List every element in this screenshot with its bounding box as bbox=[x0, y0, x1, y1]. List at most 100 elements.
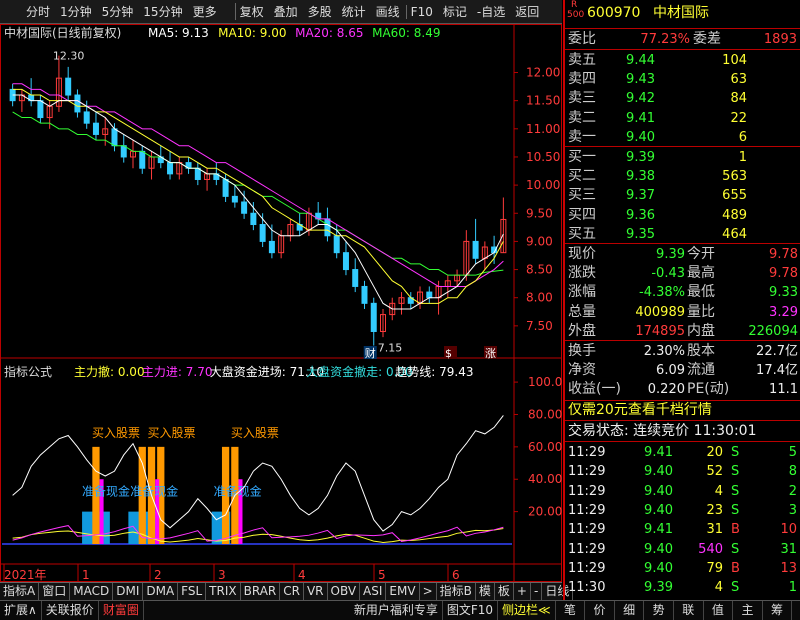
tick-row: 11:30 9.39 4 S 1 bbox=[565, 578, 800, 597]
price-tick-label: 8.00 bbox=[526, 291, 553, 305]
status-right-5[interactable]: 值 bbox=[704, 601, 734, 620]
indicator-tab-1[interactable]: 窗口 bbox=[39, 583, 71, 600]
candle-body bbox=[111, 128, 118, 147]
toolbar-btn-6[interactable]: 叠加 bbox=[270, 3, 302, 20]
status-right-6[interactable]: 主 bbox=[733, 601, 763, 620]
stat2-value: 17.4亿 bbox=[756, 363, 798, 379]
indicator-tab-14[interactable]: 指标B bbox=[437, 583, 476, 600]
indicator-value-4: 趋势线: 79.43 bbox=[395, 365, 473, 379]
status-right-0[interactable]: 笔 bbox=[556, 601, 586, 620]
toolbar-btn-2[interactable]: 5分钟 bbox=[98, 3, 138, 20]
bid-label: 买一 bbox=[568, 149, 596, 165]
tick-side: S bbox=[731, 541, 740, 557]
status-right-3[interactable]: 势 bbox=[644, 601, 674, 620]
indicator-tab-7[interactable]: BRAR bbox=[241, 583, 281, 600]
status-right-4[interactable]: 联 bbox=[674, 601, 704, 620]
indicator-tab-3[interactable]: DMI bbox=[113, 583, 144, 600]
status-left-1[interactable]: 关联报价 bbox=[42, 601, 99, 620]
toolbar-btn-5[interactable]: 复权 bbox=[234, 3, 268, 20]
bid-volume: 1 bbox=[738, 150, 747, 165]
tick-volume: 52 bbox=[706, 464, 723, 480]
ask-volume: 84 bbox=[730, 91, 747, 107]
ask-row: 卖四 9.43 63 bbox=[565, 70, 800, 89]
status-left-0[interactable]: 扩展∧ bbox=[0, 601, 42, 620]
stat-row: 涨幅 -4.38% 最低 9.33 bbox=[565, 283, 800, 302]
toolbar-btn-0[interactable]: 分时 bbox=[22, 3, 54, 20]
toolbar-btn-7[interactable]: 多股 bbox=[304, 3, 336, 20]
indicator-tab-0[interactable]: 指标A bbox=[0, 583, 40, 600]
toolbar-btn-9[interactable]: 画线 bbox=[372, 3, 404, 20]
status-middle-0[interactable]: 新用户福利专享 bbox=[350, 601, 443, 620]
tick-side: S bbox=[731, 502, 740, 518]
indicator-annotation-0: 买入股票 bbox=[92, 426, 140, 440]
indicator-tab-5[interactable]: FSL bbox=[178, 583, 207, 600]
stat-label: 总量 bbox=[568, 303, 596, 320]
kline-chart[interactable]: 中材国际(日线前复权) MA5: 9.13 MA10: 9.00 MA20: 8.65… bbox=[0, 24, 562, 582]
status-right-2[interactable]: 细 bbox=[615, 601, 645, 620]
toolbar-btn-8[interactable]: 统计 bbox=[338, 3, 370, 20]
stat2-row: 收益(一) 0.220 PE(动) 11.1 bbox=[565, 380, 800, 399]
stat2-label: PE(动) bbox=[687, 381, 730, 398]
tick-row: 11:29 9.40 52 S 8 bbox=[565, 462, 800, 481]
indicator-tab-10[interactable]: OBV bbox=[328, 583, 361, 600]
indicator-tick-label: 60.00 bbox=[528, 440, 562, 454]
period-toolbar: 分时 1分钟 5分钟 15分钟 更多 复权 叠加 多股 统计 画线 F10 标记 -自选 返回 bbox=[0, 0, 562, 24]
stat2-value: 0.220 bbox=[647, 382, 685, 398]
xaxis-label-6: 6 bbox=[452, 568, 460, 582]
toolbar-btn-13[interactable]: 返回 bbox=[511, 3, 543, 20]
indicator-tab-8[interactable]: CR bbox=[280, 583, 304, 600]
stat-row: 外盘 174895 内盘 226094 bbox=[565, 322, 800, 341]
bid-price: 9.37 bbox=[626, 188, 655, 204]
indicator-tab-11[interactable]: ASI bbox=[360, 583, 387, 600]
tick-side: S bbox=[731, 580, 740, 596]
ask-label: 卖一 bbox=[568, 128, 596, 145]
status-right-1[interactable]: 价 bbox=[585, 601, 615, 620]
indicator-tab-16[interactable]: 板 bbox=[495, 583, 514, 600]
toolbar-btn-1[interactable]: 1分钟 bbox=[56, 3, 96, 20]
tick-row: 11:29 9.40 23 S 3 bbox=[565, 501, 800, 520]
rank-badge-top: R bbox=[571, 0, 578, 10]
trade-status: 交易状态: 连续竞价 11:30:01 bbox=[568, 423, 757, 439]
toolbar-btn-3[interactable]: 15分钟 bbox=[139, 3, 186, 20]
status-middle-1[interactable]: 图文F10 bbox=[443, 601, 499, 620]
indicator-tab-4[interactable]: DMA bbox=[143, 583, 179, 600]
status-right-7[interactable]: 筹 bbox=[763, 601, 793, 620]
stat-row: 总量 400989 量比 3.29 bbox=[565, 303, 800, 322]
tick-price: 9.40 bbox=[644, 502, 673, 518]
status-left-2[interactable]: 财富圈 bbox=[99, 601, 144, 620]
indicator-tab-15[interactable]: 模 bbox=[476, 583, 495, 600]
promo-row[interactable]: 仅需20元查看千档行情 bbox=[565, 401, 800, 420]
bid-price: 9.39 bbox=[626, 150, 655, 165]
tick-row: 11:29 9.40 4 S 2 bbox=[565, 482, 800, 501]
indicator-tab-13[interactable]: > bbox=[420, 583, 437, 600]
status-middle-2[interactable]: 侧边栏≪ bbox=[498, 601, 556, 620]
stat-label: 现价 bbox=[568, 246, 596, 262]
tick-count: 13 bbox=[780, 560, 797, 576]
stock-name: 中材国际 bbox=[653, 5, 709, 21]
event-marker-1[interactable]: $ bbox=[445, 347, 452, 360]
tick-row: 11:29 9.41 31 B 10 bbox=[565, 520, 800, 539]
indicator-tab-17[interactable]: + bbox=[514, 583, 531, 600]
ask-price: 9.42 bbox=[626, 91, 655, 107]
toolbar-btn-11[interactable]: 标记 bbox=[439, 3, 471, 20]
event-marker-2[interactable]: 涨 bbox=[485, 347, 496, 360]
candle-body bbox=[37, 100, 44, 119]
tick-count: 1 bbox=[788, 580, 797, 596]
weicha-value: 1893 bbox=[763, 32, 797, 47]
indicator-tab-12[interactable]: EMV bbox=[386, 583, 420, 600]
stat-label: 内盘 bbox=[687, 322, 715, 339]
toolbar-btn-10[interactable]: F10 bbox=[405, 4, 437, 19]
candle-body bbox=[74, 94, 81, 113]
candle-body bbox=[426, 291, 433, 299]
indicator-tab-2[interactable]: MACD bbox=[70, 583, 114, 600]
tick-time: 11:29 bbox=[568, 464, 606, 480]
toolbar-btn-12[interactable]: -自选 bbox=[473, 3, 509, 20]
ask-price: 9.40 bbox=[626, 129, 655, 145]
ask-label: 卖五 bbox=[568, 52, 596, 68]
indicator-tab-18[interactable]: - bbox=[531, 583, 543, 600]
toolbar-btn-4[interactable]: 更多 bbox=[189, 3, 221, 20]
bid-row: 买二 9.38 563 bbox=[565, 167, 800, 186]
event-marker-0[interactable]: 财 bbox=[365, 346, 376, 360]
indicator-tab-6[interactable]: TRIX bbox=[206, 583, 241, 600]
indicator-tab-9[interactable]: VR bbox=[304, 583, 328, 600]
